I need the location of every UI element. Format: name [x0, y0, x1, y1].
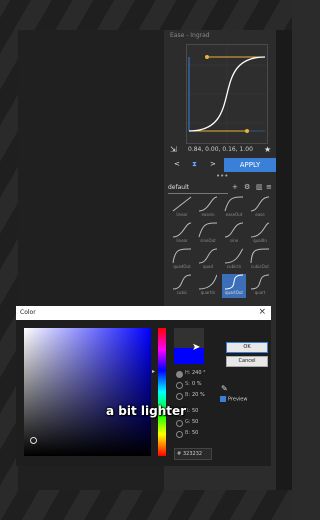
trash-icon[interactable]: ▥	[256, 183, 263, 191]
control-handle	[245, 129, 249, 133]
preview-checkbox[interactable]: Preview	[220, 396, 247, 403]
gear-icon[interactable]: ⚙	[244, 183, 250, 191]
hourglass-icon[interactable]: ⧗	[192, 160, 197, 169]
cancel-button[interactable]: Cancel	[226, 356, 268, 367]
dialog-title: Color	[20, 309, 36, 316]
field-green[interactable]: G: 50	[176, 419, 226, 429]
prev-button[interactable]: <	[174, 160, 180, 168]
hex-input[interactable]: # 323232	[174, 448, 212, 460]
plus-icon[interactable]: +	[232, 183, 238, 191]
preset-item[interactable]: quartOut	[222, 274, 246, 298]
preset-item[interactable]: cubic	[170, 274, 194, 298]
panel-title: Ease - Ingrad	[170, 32, 210, 39]
star-icon[interactable]: ★	[264, 145, 271, 154]
color-dialog: Color × ▸ ➤ H: 240 ° S: 0 % B: 20 % R: 50 G:…	[16, 306, 271, 466]
side-strip	[276, 30, 292, 490]
preset-item[interactable]: linear	[170, 196, 194, 220]
ok-button[interactable]: OK	[226, 342, 268, 353]
preset-item[interactable]: easeOut	[222, 196, 246, 220]
field-brightness[interactable]: B: 20 %	[176, 392, 226, 402]
preset-item[interactable]: cubicIn	[222, 248, 246, 272]
preset-item[interactable]: quadOut	[170, 248, 194, 272]
apply-button[interactable]: APPLY	[224, 158, 276, 172]
dialog-titlebar: Color ×	[16, 306, 271, 320]
video-caption: a bit lighter	[106, 404, 187, 418]
next-button[interactable]: >	[210, 160, 216, 168]
nav-row: < ⧗ > APPLY	[168, 158, 276, 172]
preset-item[interactable]: quart	[248, 274, 272, 298]
field-saturation[interactable]: S: 0 %	[176, 381, 226, 391]
preset-item[interactable]: easein	[196, 196, 220, 220]
import-icon[interactable]: ⇲	[170, 145, 177, 154]
preset-item[interactable]: linear	[170, 222, 194, 246]
preset-item[interactable]: cubicOut	[248, 248, 272, 272]
preset-item[interactable]: quadIn	[248, 222, 272, 246]
preset-item[interactable]: quartIn	[196, 274, 220, 298]
preset-item[interactable]: sine	[222, 222, 246, 246]
preview-label: Preview	[228, 396, 248, 403]
field-hue[interactable]: H: 240 °	[176, 370, 226, 380]
dialog-body: ▸ ➤ H: 240 ° S: 0 % B: 20 % R: 50 G: 50 B: 50 …	[16, 320, 271, 466]
curve-graph[interactable]	[186, 44, 268, 144]
saturation-brightness-field[interactable]	[24, 328, 151, 456]
close-icon[interactable]: ×	[258, 307, 266, 317]
hue-slider[interactable]	[158, 328, 166, 456]
more-icon[interactable]: •••	[216, 172, 228, 180]
bezier-values-row: ⇲ 0.84, 0.00, 0.16, 1.00 ★	[168, 144, 274, 156]
color-picker-cursor[interactable]	[30, 437, 37, 444]
hue-arrow-icon[interactable]: ▸	[152, 368, 155, 375]
preset-item[interactable]: quad	[196, 248, 220, 272]
preset-toolbar: default + ⚙ ▥ ≡	[166, 182, 274, 194]
field-blue[interactable]: B: 50	[176, 430, 226, 440]
menu-icon[interactable]: ≡	[266, 183, 272, 191]
eyedropper-icon[interactable]: ✎	[221, 384, 228, 393]
mouse-cursor-icon: ➤	[192, 342, 201, 353]
control-handle	[205, 55, 209, 59]
preset-item[interactable]: ease	[248, 196, 272, 220]
preset-item[interactable]: sineOut	[196, 222, 220, 246]
preset-dropdown[interactable]: default	[168, 182, 228, 194]
bezier-values[interactable]: 0.84, 0.00, 0.16, 1.00	[188, 146, 253, 153]
